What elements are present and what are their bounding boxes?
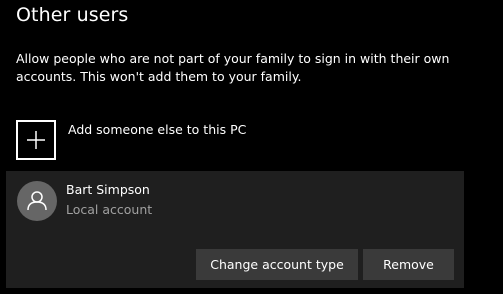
remove-button[interactable]: Remove — [363, 249, 454, 280]
change-account-type-button[interactable]: Change account type — [196, 249, 358, 280]
account-type: Local account — [66, 202, 153, 217]
section-title: Other users — [16, 4, 129, 26]
add-user-label: Add someone else to this PC — [68, 122, 247, 137]
add-user-button[interactable]: Add someone else to this PC — [16, 120, 246, 160]
account-name: Bart Simpson — [66, 182, 150, 197]
other-users-page: Other users Allow people who are not par… — [0, 0, 503, 294]
section-description: Allow people who are not part of your fa… — [16, 51, 450, 84]
account-card[interactable]: Bart Simpson Local account Change accoun… — [6, 171, 464, 288]
person-icon — [17, 181, 57, 221]
plus-icon — [16, 120, 56, 160]
